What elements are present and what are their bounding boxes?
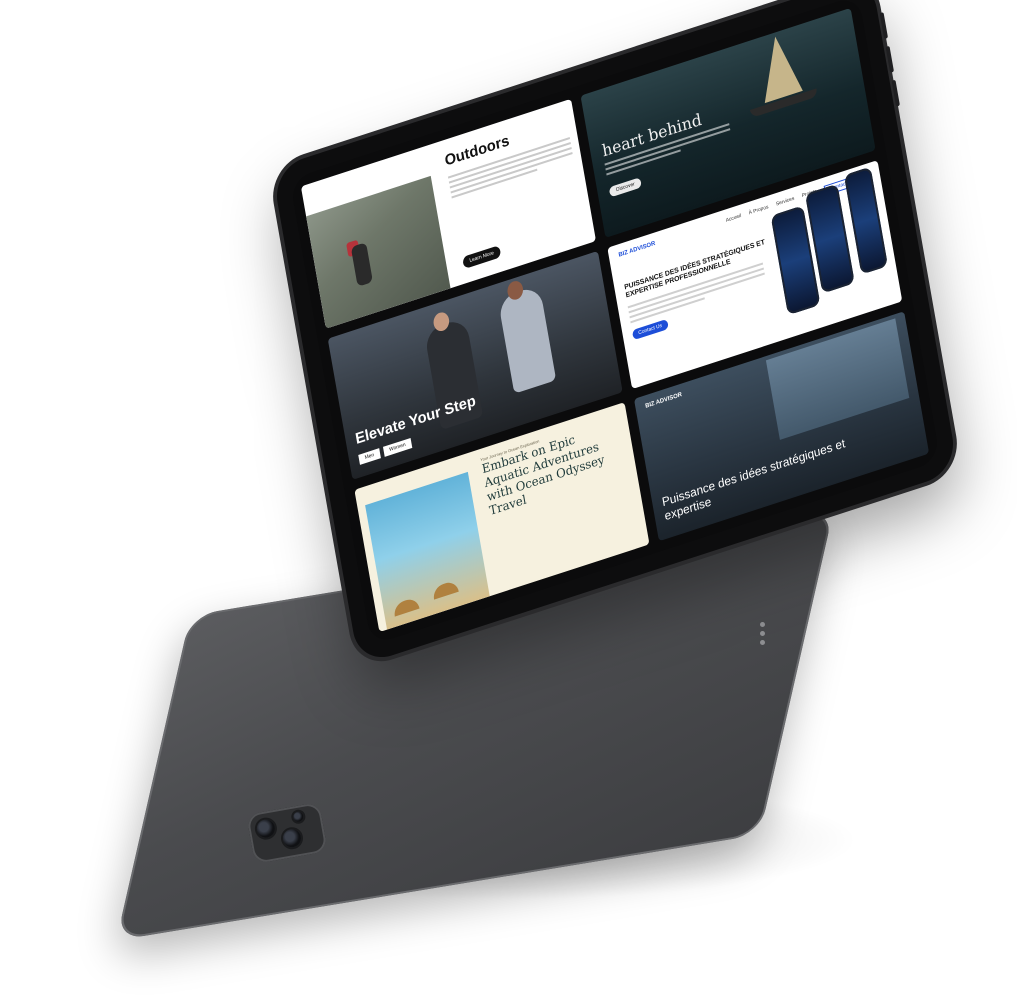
camera-lens-icon [281, 827, 303, 849]
front-tablet: Outdoors Learn More heart behind Discove… [271, 0, 959, 666]
side-button-bottom [891, 79, 900, 107]
hiker-figure [350, 241, 374, 287]
smart-connector-icon [760, 622, 770, 650]
nav-item-accueil[interactable]: Accueil [725, 213, 742, 228]
fitness-men-button[interactable]: Men [358, 448, 381, 466]
beach-umbrella [431, 579, 459, 600]
sailing-discover-button[interactable]: Discover [608, 177, 643, 198]
side-button-top [879, 11, 889, 40]
beach-photo [365, 472, 490, 630]
outdoors-learn-more-button[interactable]: Learn More [461, 244, 502, 269]
sailboat-sail [753, 31, 803, 104]
nav-item-a-propos[interactable]: À Propos [748, 204, 769, 220]
beach-umbrella [392, 596, 420, 617]
camera-lens-icon [255, 818, 277, 840]
side-button-middle [885, 45, 894, 73]
biz-advisor-dark-logo[interactable]: BIZ ADVISOR [645, 392, 683, 410]
tablet-screen: Outdoors Learn More heart behind Discove… [289, 0, 941, 646]
biz-advisor-dark-title: Puissance des idées stratégiques et expe… [661, 436, 847, 524]
woman-figure [497, 284, 557, 394]
ocean-title: Embark on Epic Aquatic Adventures with O… [480, 432, 606, 518]
fitness-women-button[interactable]: Women [382, 438, 413, 458]
camera-lens-icon [292, 810, 305, 823]
biz-advisor-logo[interactable]: BIZ ADVISOR [618, 240, 656, 258]
device-mockup-stage: Outdoors Learn More heart behind Discove… [0, 0, 1024, 995]
